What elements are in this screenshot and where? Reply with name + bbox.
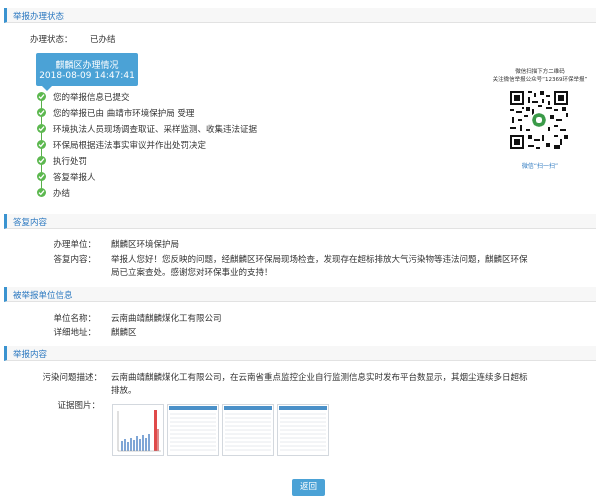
check-icon bbox=[37, 172, 46, 181]
status-card: 麒麟区办理情况 2018-08-09 14:47:41 bbox=[36, 53, 138, 91]
qr-code bbox=[508, 89, 570, 151]
section-header-status: 举报办理状态 bbox=[4, 8, 596, 23]
reported-name-value: 云南曲靖麒麟煤化工有限公司 bbox=[111, 314, 222, 324]
section-header-reported: 被举报单位信息 bbox=[4, 287, 596, 302]
reply-unit-label: 办理单位： bbox=[53, 240, 96, 250]
status-label: 办理状态： bbox=[30, 35, 73, 45]
qr-caption-line1: 微信扫描下方二维码 bbox=[515, 69, 565, 75]
evidence-image-chart[interactable] bbox=[112, 404, 164, 456]
qr-panel: 微信扫描下方二维码 关注微信举报公众号“12369环保举报” 微信“扫一扫” bbox=[492, 68, 588, 170]
reported-name-label: 单位名称： bbox=[53, 314, 96, 324]
report-desc-label: 污染问题描述： bbox=[42, 373, 102, 383]
check-icon bbox=[37, 124, 46, 133]
section-title: 答复内容 bbox=[13, 218, 48, 228]
section-header-report: 举报内容 bbox=[4, 346, 596, 361]
status-card-time: 2018-08-09 14:47:41 bbox=[39, 71, 135, 81]
qr-caption-line2: 关注微信举报公众号“12369环保举报” bbox=[492, 77, 588, 83]
reported-addr-label: 详细地址： bbox=[53, 328, 96, 338]
check-icon bbox=[37, 140, 46, 149]
section-title: 举报内容 bbox=[13, 350, 48, 360]
timeline-step-label: 答复举报人 bbox=[53, 173, 96, 183]
check-icon bbox=[37, 92, 46, 101]
timeline-step-label: 您的举报信息已提交 bbox=[53, 93, 130, 103]
check-icon bbox=[37, 156, 46, 165]
reply-unit-value: 麒麟区环境保护局 bbox=[111, 240, 180, 250]
check-icon bbox=[37, 188, 46, 197]
section-header-reply: 答复内容 bbox=[4, 214, 596, 229]
timeline-step-label: 您的举报已由 曲靖市环境保护局 受理 bbox=[53, 109, 195, 119]
qr-footer: 微信“扫一扫” bbox=[521, 163, 559, 170]
timeline-step-label: 环境执法人员现场调查取证、采样监测、收集违法证据 bbox=[53, 125, 258, 135]
evidence-image-table[interactable] bbox=[222, 404, 274, 456]
evidence-image-table[interactable] bbox=[167, 404, 219, 456]
evidence-image-table[interactable] bbox=[277, 404, 329, 456]
section-title: 举报办理状态 bbox=[13, 12, 65, 22]
back-button[interactable]: 返回 bbox=[292, 479, 325, 496]
section-title: 被举报单位信息 bbox=[13, 291, 73, 301]
timeline-step-label: 执行处罚 bbox=[53, 157, 88, 167]
reply-content-line2: 局已立案查处。感谢您对环保事业的支持！ bbox=[111, 268, 273, 278]
timeline-step-label: 办结 bbox=[53, 189, 71, 199]
status-card-title: 麒麟区办理情况 bbox=[55, 61, 119, 71]
reply-content-label: 答复内容： bbox=[53, 255, 96, 265]
status-value: 已办结 bbox=[90, 35, 116, 45]
report-desc-line2: 排放。 bbox=[111, 386, 137, 396]
report-desc-line1: 云南曲靖麒麟煤化工有限公司，在云南省重点监控企业自行监测信息实时发布平台数显示，… bbox=[111, 373, 528, 383]
status-card-pointer bbox=[42, 86, 52, 91]
reply-content-line1: 举报人您好！您反映的问题，经麒麟区环保局现场检查，发现存在超标排放大气污染物等违… bbox=[111, 255, 528, 265]
report-images-label: 证据图片： bbox=[57, 401, 100, 411]
check-icon bbox=[37, 108, 46, 117]
timeline-step-label: 环保局根据违法事实审议并作出处罚决定 bbox=[53, 141, 207, 151]
reported-addr-value: 麒麟区 bbox=[111, 328, 137, 338]
